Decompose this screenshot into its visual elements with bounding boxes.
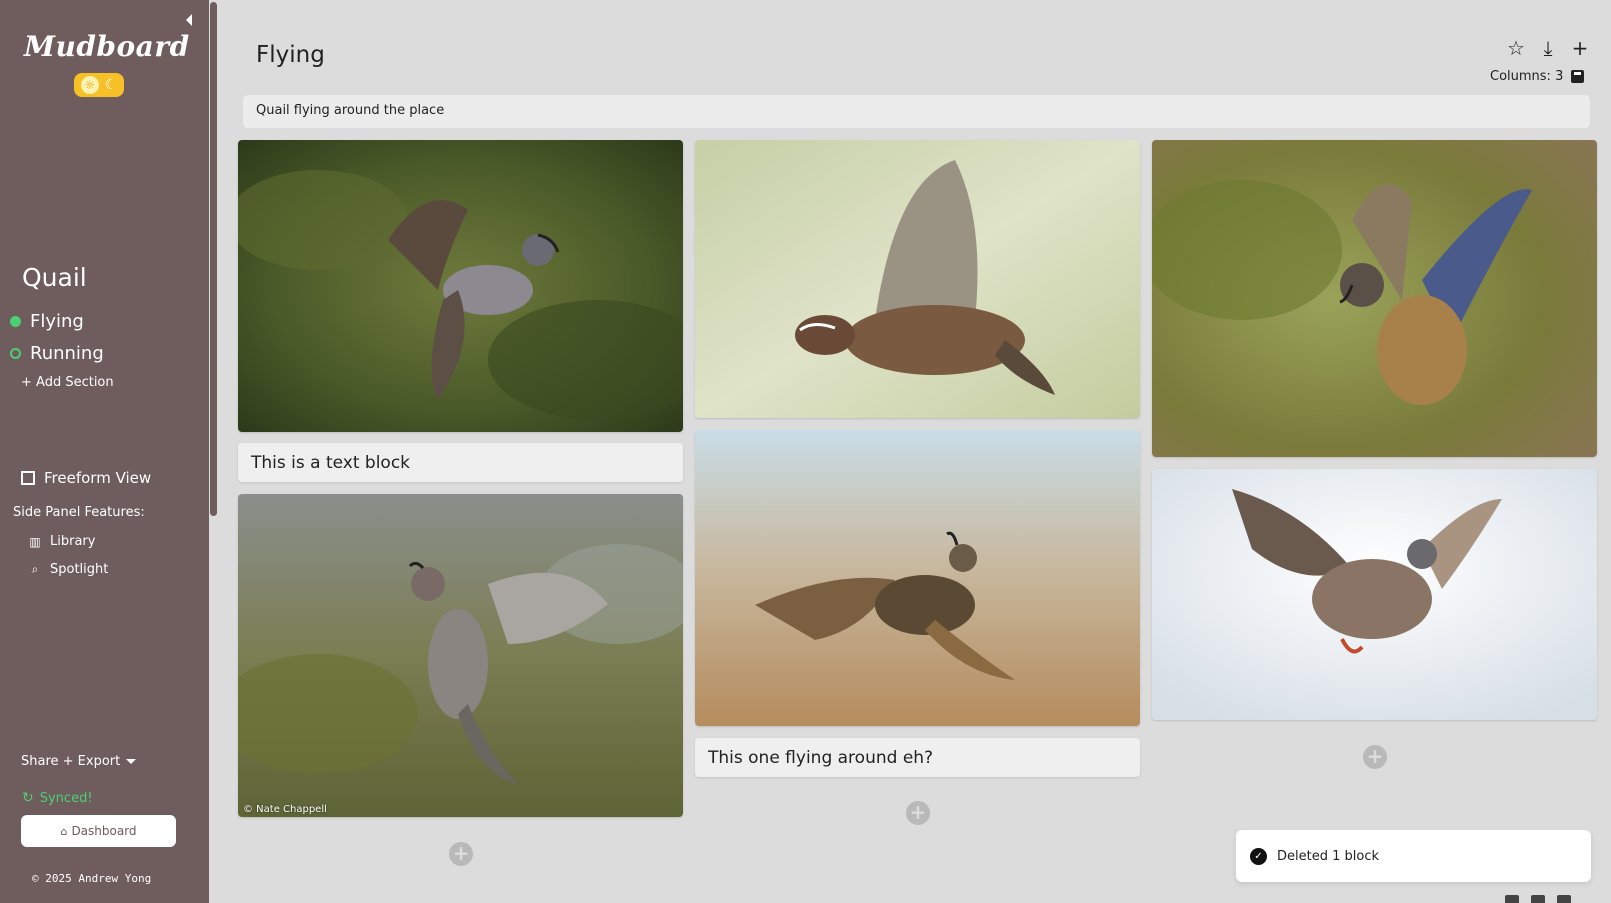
- section-label: Flying: [30, 311, 84, 332]
- section-item-running[interactable]: Running: [10, 343, 104, 364]
- inactive-dot-icon: [10, 348, 21, 359]
- quail-image-2[interactable]: [695, 140, 1140, 418]
- dashboard-button[interactable]: ⌂ Dashboard: [21, 815, 176, 847]
- sync-icon: ↻: [22, 790, 34, 806]
- side-panel-spotlight[interactable]: ⌕ Spotlight: [28, 562, 109, 577]
- page-title: Flying: [256, 42, 325, 68]
- freeform-icon: [21, 471, 35, 485]
- side-panel-item-label: Library: [50, 534, 96, 549]
- freeform-view-button[interactable]: Freeform View: [21, 469, 151, 487]
- logo-text: Mudboard: [24, 30, 190, 63]
- download-icon[interactable]: [1531, 895, 1545, 903]
- side-panel-item-label: Spotlight: [50, 562, 109, 577]
- download-icon[interactable]: ⤓: [1537, 36, 1559, 60]
- star-icon[interactable]: ☆: [1505, 36, 1527, 60]
- section-item-flying[interactable]: Flying: [10, 311, 84, 332]
- moon-icon: ☾: [104, 77, 118, 93]
- active-dot-icon: [10, 316, 21, 327]
- sun-icon: ☼: [80, 76, 99, 94]
- section-description[interactable]: Quail flying around the place: [243, 95, 1590, 128]
- columns-setting[interactable]: Columns: 3: [1490, 69, 1585, 84]
- photo-credit: © Nate Chappell: [243, 804, 327, 815]
- check-circle-icon: ✓: [1250, 847, 1267, 865]
- top-actions: ☆ ⤓ +: [1505, 36, 1591, 60]
- toast-message: Deleted 1 block: [1277, 848, 1379, 864]
- share-export-label: Share + Export: [21, 754, 121, 769]
- bottom-actions-partial: [1505, 895, 1571, 903]
- copyright: © 2025 Andrew Yong: [32, 872, 152, 885]
- section-label: Running: [30, 343, 104, 364]
- side-panel-library[interactable]: ▥ Library: [28, 534, 95, 549]
- quail-image-6[interactable]: [1152, 469, 1597, 720]
- save-icon[interactable]: [1571, 70, 1585, 83]
- quail-image-3[interactable]: [1152, 140, 1597, 457]
- chevron-down-icon: [126, 759, 137, 764]
- add-section-button[interactable]: + Add Section: [21, 375, 114, 390]
- collapse-sidebar-icon[interactable]: [184, 13, 194, 27]
- text-block-1[interactable]: This is a text block: [238, 443, 683, 482]
- sidebar: Mudboard ☼ ☾ Quail Flying Running + Add …: [0, 0, 209, 903]
- add-icon[interactable]: +: [1569, 36, 1591, 60]
- add-icon[interactable]: [1557, 895, 1571, 903]
- scrollbar-thumb[interactable]: [210, 2, 217, 516]
- theme-toggle[interactable]: ☼ ☾: [74, 73, 124, 97]
- star-icon[interactable]: [1505, 895, 1519, 903]
- quail-image-5[interactable]: [695, 430, 1140, 726]
- quail-image-1[interactable]: [238, 140, 683, 432]
- columns-label: Columns: 3: [1490, 69, 1564, 84]
- library-icon: ▥: [29, 534, 41, 549]
- board-title: Quail: [22, 263, 87, 292]
- logo: Mudboard: [24, 30, 189, 70]
- add-block-button-col3[interactable]: +: [1363, 745, 1387, 769]
- dashboard-label: Dashboard: [71, 824, 137, 838]
- sync-label: Synced!: [39, 790, 93, 806]
- toast-notification: ✓ Deleted 1 block: [1236, 830, 1591, 882]
- side-panel-label: Side Panel Features:: [13, 505, 145, 520]
- quail-image-4[interactable]: © Nate Chappell: [238, 494, 683, 817]
- add-block-button-col2[interactable]: +: [906, 801, 930, 825]
- sync-status: ↻ Synced!: [22, 790, 93, 806]
- freeform-label: Freeform View: [44, 469, 152, 487]
- text-block-2[interactable]: This one flying around eh?: [695, 738, 1140, 777]
- home-icon: ⌂: [60, 824, 68, 838]
- share-export-dropdown[interactable]: Share + Export: [21, 754, 137, 769]
- add-block-button-col1[interactable]: +: [449, 842, 473, 866]
- search-icon: ⌕: [31, 562, 39, 576]
